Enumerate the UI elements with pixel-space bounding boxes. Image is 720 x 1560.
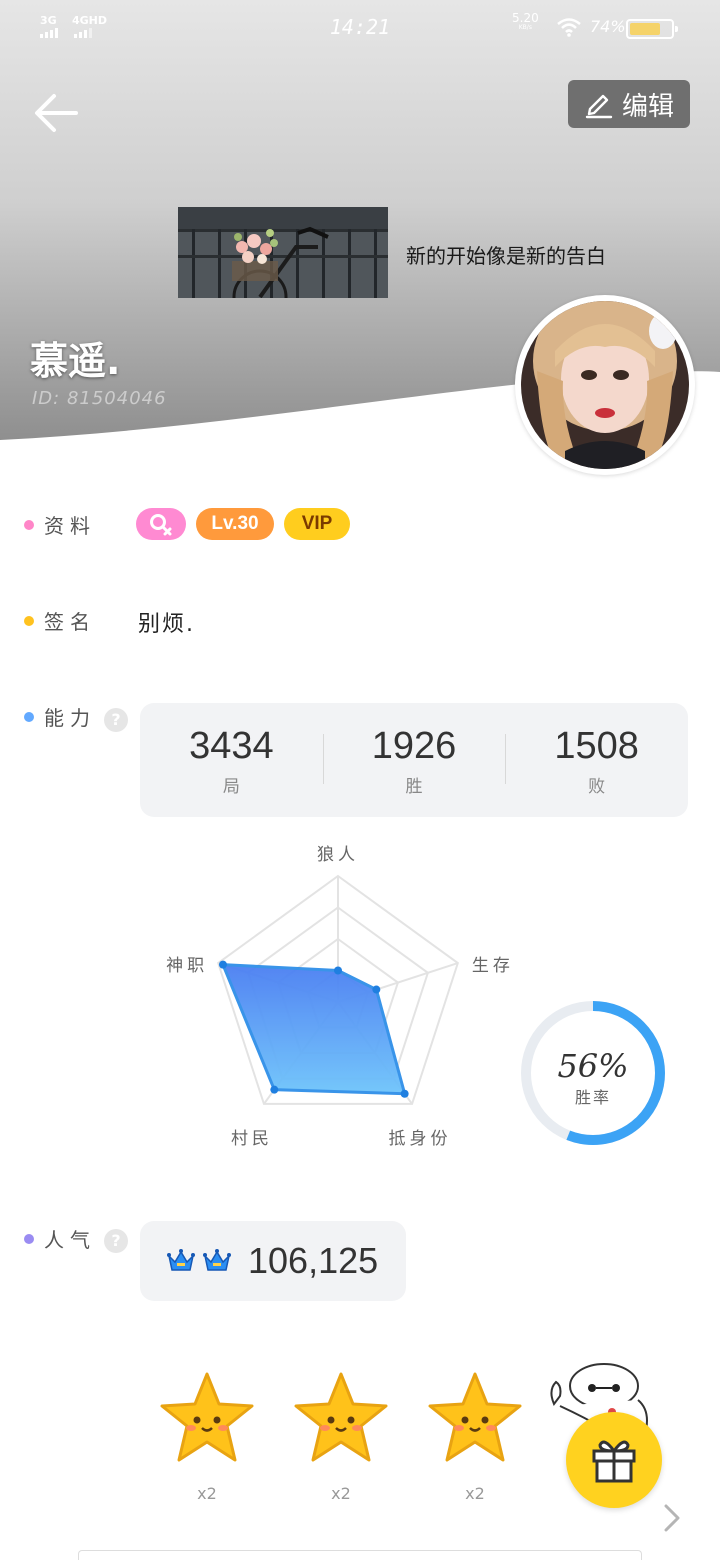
send-gift-button[interactable] [566, 1412, 662, 1508]
stat-games-value: 3434 [189, 724, 274, 767]
gift-item[interactable]: x2 [140, 1368, 274, 1503]
popularity-dot [24, 1233, 34, 1244]
profile-motto: 新的开始像是新的告白 [406, 244, 606, 268]
signature-dot [24, 615, 34, 626]
stat-wins: 1926 胜 [322, 724, 506, 797]
edit-profile-button[interactable]: 编辑 [568, 80, 690, 128]
badge-row: Lv.30 VIP [136, 508, 350, 540]
network-speed-unit: KB/s [518, 24, 532, 31]
gift-count: x2 [197, 1484, 217, 1503]
radar-label-survival: 生存 [472, 956, 514, 976]
ability-row-label: 能力 [24, 702, 96, 731]
battery-icon [626, 19, 678, 39]
cover-photo[interactable] [178, 207, 388, 298]
nickname: 慕遥. [30, 339, 121, 383]
radar-point [334, 966, 342, 975]
level-badge: Lv.30 [196, 508, 274, 540]
radar-point [270, 1085, 279, 1094]
stat-games-label: 局 [222, 776, 240, 797]
gift-count: x2 [331, 1484, 351, 1503]
win-rate-text: 56% 胜率 [518, 1048, 668, 1108]
stat-losses: 1508 败 [505, 724, 688, 797]
crown-icon [167, 1249, 195, 1271]
star-icon [160, 1372, 254, 1462]
vip-badge: VIP [284, 508, 350, 540]
ability-radar-chart: 狼人 生存 抵身份 村民 神职 [166, 845, 514, 1149]
gift-item[interactable]: x2 [274, 1368, 408, 1503]
popularity-row-label: 人气 [24, 1224, 96, 1253]
radar-point [372, 985, 381, 994]
win-rate-caption: 胜率 [574, 1088, 611, 1107]
ability-label-text: 能力 [44, 706, 96, 730]
avatar[interactable] [515, 295, 695, 475]
gift-count: x2 [465, 1484, 485, 1503]
popularity-value: 106,125 [248, 1240, 379, 1281]
gift-list: x2 x2 x2 [140, 1368, 542, 1503]
ability-help-icon[interactable]: ? [104, 708, 128, 732]
gift-bottom-strip [78, 1550, 642, 1560]
ability-dot [24, 711, 34, 722]
game-stats-card: 3434 局 1926 胜 1508 败 [140, 703, 688, 817]
win-rate-value: 56% [557, 1047, 629, 1085]
info-dot [24, 519, 34, 530]
popularity-label-text: 人气 [44, 1228, 96, 1252]
radar-point [400, 1089, 409, 1098]
pencil-icon [585, 94, 613, 119]
info-label-text: 资料 [44, 514, 96, 538]
radar-label-identity: 抵身份 [389, 1129, 452, 1149]
signature-row-label: 签名 [24, 606, 96, 635]
network-speed-value: 5.20 [512, 11, 539, 25]
radar-label-werewolf: 狼人 [317, 845, 359, 865]
popularity-help-icon[interactable]: ? [104, 1229, 128, 1253]
female-symbol-icon [150, 514, 172, 536]
user-id: ID: 81504046 [32, 388, 167, 409]
crown-icon [203, 1249, 231, 1271]
radar-value-shape [220, 963, 407, 1096]
stat-losses-value: 1508 [554, 724, 639, 767]
wifi-icon [557, 18, 581, 37]
back-arrow-icon[interactable] [32, 90, 80, 136]
chevron-right-icon[interactable] [660, 1500, 684, 1536]
battery-percentage: 74% [590, 17, 626, 36]
stat-games: 3434 局 [140, 724, 323, 797]
gender-badge [136, 508, 186, 540]
radar-label-villager: 村民 [231, 1129, 273, 1149]
stat-wins-label: 胜 [405, 776, 423, 797]
radar-label-god-role: 神职 [166, 956, 208, 976]
popularity-card: 106,125 [140, 1221, 406, 1301]
stat-wins-value: 1926 [371, 724, 457, 767]
signature-label-text: 签名 [44, 610, 96, 634]
bicycle-flowers-photo [178, 207, 388, 298]
battery-fill [630, 23, 660, 35]
info-row-label: 资料 [24, 510, 96, 539]
status-bar: 3G 4GHD 14:21 5.20 KB/s 74% [0, 0, 720, 56]
gift-box-icon [592, 1440, 636, 1483]
gift-item[interactable]: x2 [408, 1368, 542, 1503]
radar-point [218, 960, 227, 969]
edit-button-label: 编辑 [621, 91, 674, 122]
avatar-photo [521, 301, 689, 469]
network-speed: 5.20 KB/s [512, 12, 539, 32]
signature-text: 别烦. [138, 612, 195, 637]
star-icon [294, 1372, 388, 1462]
stat-losses-label: 败 [588, 776, 606, 797]
star-icon [428, 1372, 522, 1462]
